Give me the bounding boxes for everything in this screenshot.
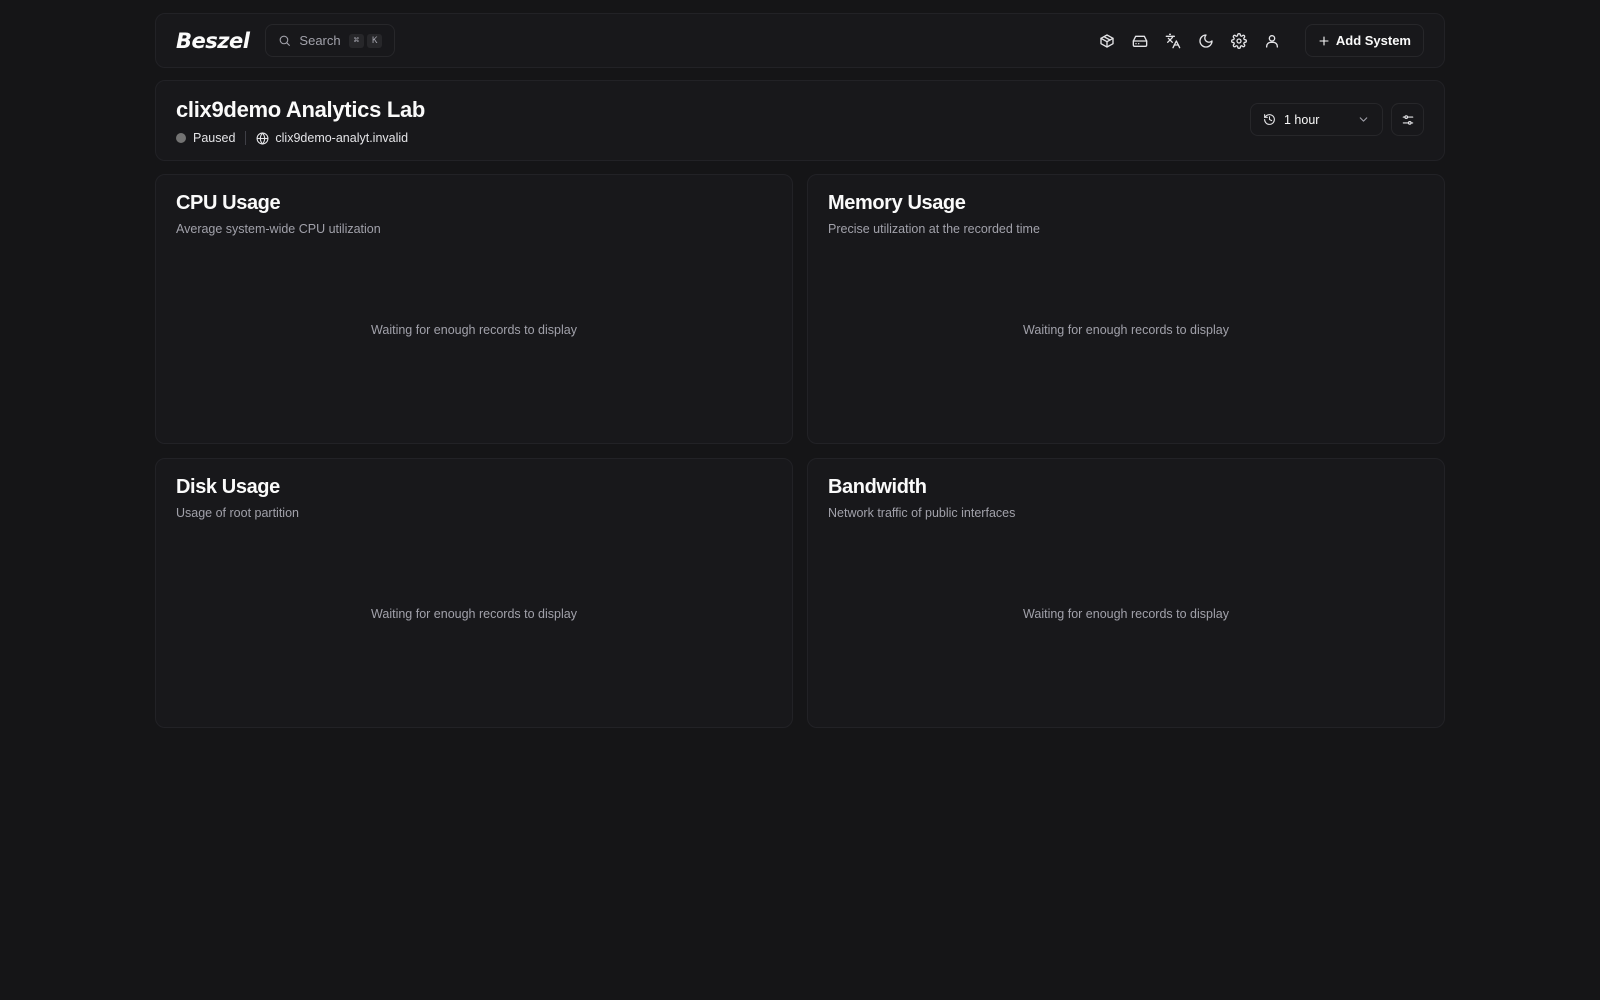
system-controls: 1 hour <box>1250 103 1424 136</box>
chart-description: Average system-wide CPU utilization <box>176 222 381 236</box>
bandwidth-card: Bandwidth Network traffic of public inte… <box>807 458 1445 728</box>
gear-icon[interactable] <box>1229 31 1249 51</box>
history-icon <box>1263 113 1276 126</box>
chart-settings-button[interactable] <box>1391 103 1424 136</box>
user-icon[interactable] <box>1262 31 1282 51</box>
chart-title: Memory Usage <box>828 192 966 214</box>
chart-empty-message: Waiting for enough records to display <box>1023 607 1229 621</box>
time-range-value: 1 hour <box>1284 112 1320 127</box>
logo[interactable]: Beszel <box>176 29 250 53</box>
container-icon[interactable] <box>1097 31 1117 51</box>
shortcut-key-cmd: ⌘ <box>348 33 365 48</box>
host-label: clix9demo-analyt.invalid <box>275 131 409 145</box>
chart-title: Disk Usage <box>176 476 280 498</box>
system-header: clix9demo Analytics Lab Paused clix9demo… <box>155 80 1445 161</box>
chart-description: Precise utilization at the recorded time <box>828 222 1040 236</box>
sliders-icon <box>1401 113 1415 127</box>
moon-icon[interactable] <box>1196 31 1216 51</box>
globe-icon <box>256 131 269 145</box>
divider <box>245 131 247 145</box>
search-icon <box>278 34 291 48</box>
add-system-label: Add System <box>1335 33 1411 48</box>
search-label: Search <box>299 33 341 48</box>
status-dot <box>176 133 186 143</box>
page-container: Beszel Search ⌘ K Add System clix9demo A… <box>155 13 1445 728</box>
add-system-button[interactable]: Add System <box>1304 24 1424 57</box>
disk-icon[interactable] <box>1130 31 1150 51</box>
chart-empty-message: Waiting for enough records to display <box>371 607 577 621</box>
charts-grid: CPU Usage Average system-wide CPU utiliz… <box>155 174 1445 728</box>
disk-usage-card: Disk Usage Usage of root partition Waiti… <box>155 458 793 728</box>
search-shortcut: ⌘ K <box>348 33 383 48</box>
memory-usage-card: Memory Usage Precise utilization at the … <box>807 174 1445 444</box>
chart-title: Bandwidth <box>828 476 927 498</box>
navbar: Beszel Search ⌘ K Add System <box>155 13 1445 68</box>
shortcut-key-k: K <box>367 33 383 48</box>
cpu-usage-card: CPU Usage Average system-wide CPU utiliz… <box>155 174 793 444</box>
navbar-actions: Add System <box>1097 24 1424 57</box>
status-label: Paused <box>193 131 236 145</box>
translate-icon[interactable] <box>1163 31 1183 51</box>
search-button[interactable]: Search ⌘ K <box>265 24 396 57</box>
chart-title: CPU Usage <box>176 192 281 214</box>
chart-empty-message: Waiting for enough records to display <box>371 323 577 337</box>
chart-description: Usage of root partition <box>176 506 299 520</box>
plus-icon <box>1318 35 1330 47</box>
system-host: clix9demo-analyt.invalid <box>256 131 408 145</box>
time-range-select[interactable]: 1 hour <box>1250 103 1383 136</box>
system-meta: Paused clix9demo-analyt.invalid <box>176 131 1424 145</box>
chevron-down-icon <box>1359 117 1368 122</box>
system-name: clix9demo Analytics Lab <box>176 97 426 122</box>
chart-description: Network traffic of public interfaces <box>828 506 1016 520</box>
system-status: Paused <box>176 131 235 145</box>
chart-empty-message: Waiting for enough records to display <box>1023 323 1229 337</box>
